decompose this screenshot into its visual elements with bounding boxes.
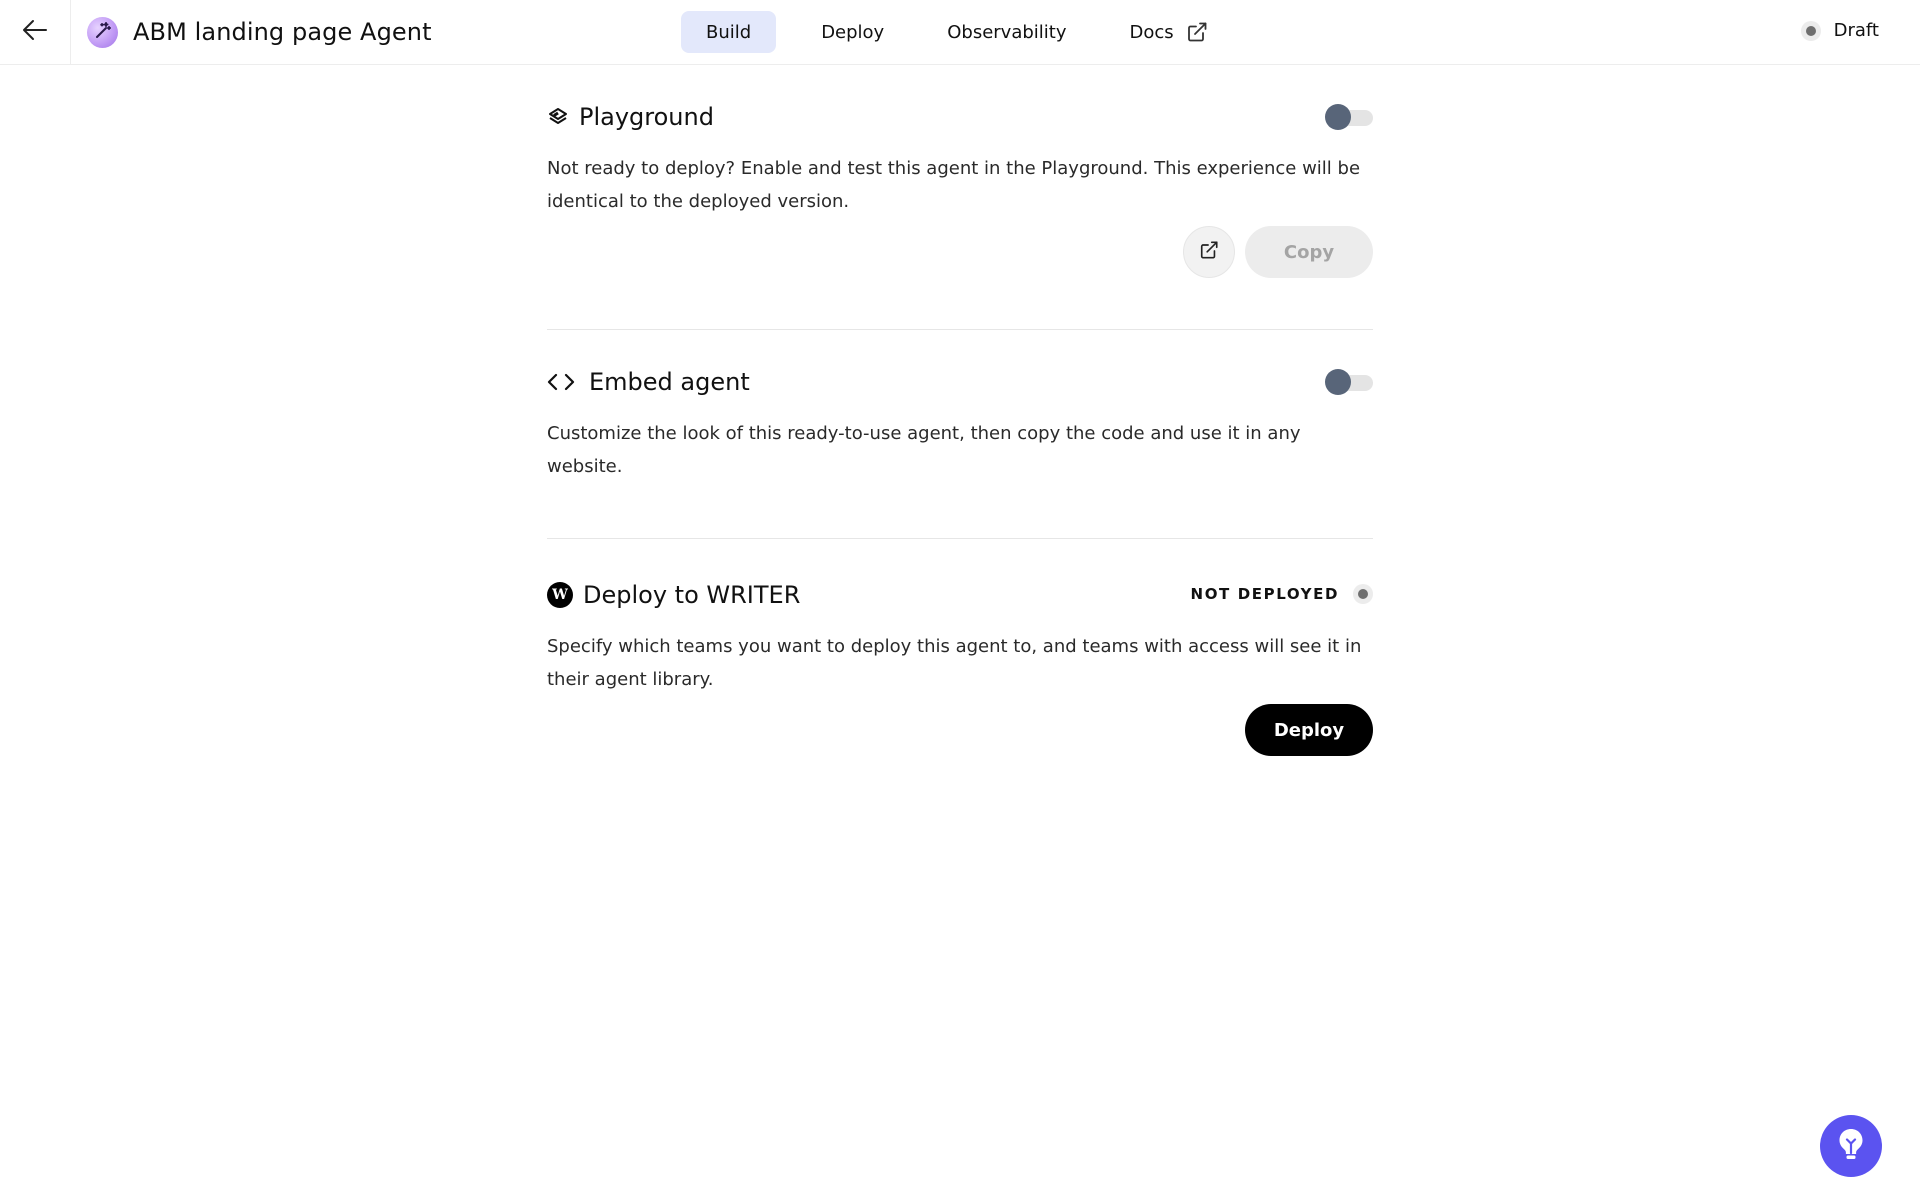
writer-deploy-title: Deploy to WRITER [583,581,801,609]
tab-build[interactable]: Build [681,11,777,53]
writer-deploy-actions: Deploy [547,704,1373,756]
copy-button[interactable]: Copy [1245,226,1373,278]
deploy-button[interactable]: Deploy [1245,704,1373,756]
deployment-status: NOT DEPLOYED [1191,584,1373,604]
status-dot-icon [1800,20,1821,41]
writer-deploy-header: W Deploy to WRITER NOT DEPLOYED [547,575,1373,615]
writer-logo: W [547,582,573,608]
tab-observability-label: Observability [947,21,1067,43]
tab-build-label: Build [706,21,752,43]
embed-section: Embed agent Customize the look of this r… [547,330,1373,538]
back-button[interactable] [0,0,71,64]
deploy-options: Playground Not ready to deploy? Enable a… [547,65,1373,756]
writer-deploy-description: Specify which teams you want to deploy t… [547,636,1362,690]
toggle-knob [1325,104,1351,130]
deployment-status-label: NOT DEPLOYED [1190,585,1339,603]
draft-status: Draft [1800,20,1879,41]
embed-toggle[interactable] [1325,369,1373,395]
writer-logo-icon: W [547,582,573,608]
embed-description: Customize the look of this ready-to-use … [547,423,1301,477]
writer-deploy-section: W Deploy to WRITER NOT DEPLOYED Specify … [547,539,1373,756]
status-dot-icon [1353,584,1373,604]
magic-wand-icon [93,21,113,45]
help-button[interactable] [1820,1115,1882,1177]
embed-header: Embed agent [547,362,1373,402]
external-link-icon [1199,240,1219,264]
open-playground-button[interactable] [1183,226,1235,278]
main-nav: Build Deploy Observability Docs [681,11,1253,53]
playground-title: Playground [579,103,714,131]
tab-docs-label: Docs [1129,21,1174,43]
arrow-left-icon [22,19,48,45]
playground-section: Playground Not ready to deploy? Enable a… [547,65,1373,329]
status-label: Draft [1833,20,1879,41]
toggle-knob [1325,369,1351,395]
lightbulb-icon [1836,1127,1866,1165]
embed-title: Embed agent [589,368,750,396]
tab-deploy-label: Deploy [821,21,885,43]
playground-description: Not ready to deploy? Enable and test thi… [547,158,1361,212]
agent-avatar [87,17,118,48]
code-brackets-icon [547,371,575,393]
external-link-icon [1186,21,1208,43]
tab-docs[interactable]: Docs [1105,11,1233,53]
playground-toggle[interactable] [1325,104,1373,130]
agent-title: ABM landing page Agent [133,18,432,46]
playground-actions: Copy [547,226,1373,278]
playground-header: Playground [547,97,1373,137]
playground-icon [547,106,569,128]
tab-deploy[interactable]: Deploy [796,11,909,53]
tab-observability[interactable]: Observability [922,11,1091,53]
top-bar: ABM landing page Agent Build Deploy Obse… [0,0,1920,65]
